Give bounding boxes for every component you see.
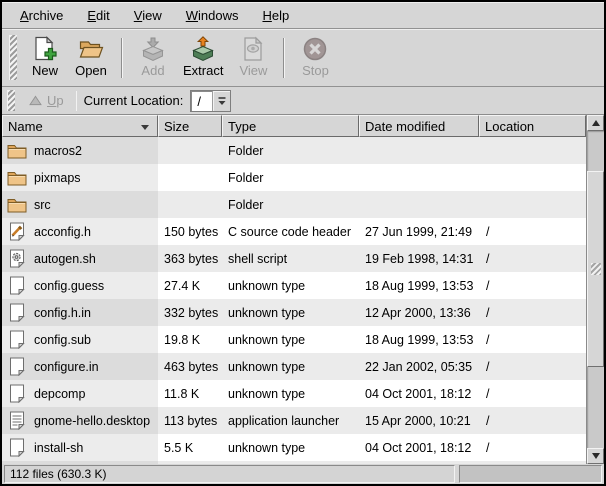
file-list: Name Size Type Date modified Location (2, 115, 586, 464)
source-file-icon (7, 222, 27, 241)
column-header-name[interactable]: Name (2, 115, 158, 137)
scroll-up-button[interactable] (587, 115, 604, 131)
table-row[interactable]: acconfig.h 150 bytes C source code heade… (2, 218, 586, 245)
vertical-scrollbar (586, 115, 604, 464)
status-bar: 112 files (630.3 K) (2, 464, 604, 484)
table-row[interactable]: pixmaps Folder (2, 164, 586, 191)
column-header-location[interactable]: Location (479, 115, 586, 137)
extract-button[interactable]: Extract (176, 33, 230, 82)
table-row[interactable]: config.h.in 332 bytes unknown type 12 Ap… (2, 299, 586, 326)
current-location-label: Current Location: (84, 93, 184, 108)
stop-icon (302, 36, 328, 62)
document-icon (7, 357, 27, 376)
toolbar-separator (121, 38, 123, 78)
open-archive-icon (78, 36, 104, 62)
scrollbar-trough[interactable] (587, 131, 604, 448)
combo-arrow-icon (217, 96, 227, 106)
location-bar: Up Current Location: / (2, 87, 604, 115)
add-files-icon (140, 36, 166, 62)
stop-button[interactable]: Stop (292, 33, 338, 82)
document-icon (7, 330, 27, 349)
table-row[interactable]: config.sub 19.8 K unknown type 18 Aug 19… (2, 326, 586, 353)
menu-view[interactable]: View (122, 3, 174, 28)
document-icon (7, 276, 27, 295)
scroll-down-button[interactable] (587, 448, 604, 464)
table-row[interactable]: macros2 Folder (2, 137, 586, 164)
location-combo: / (190, 90, 231, 112)
new-archive-icon (32, 36, 58, 62)
scrollbar-thumb[interactable] (587, 171, 604, 367)
toolbar: New Open Add Extract View Stop (2, 29, 604, 87)
toolbar-separator (283, 38, 285, 78)
column-header-type[interactable]: Type (222, 115, 359, 137)
menu-windows[interactable]: Windows (174, 3, 251, 28)
menu-bar: Archive Edit View Windows Help (2, 2, 604, 29)
progress-area (459, 465, 602, 483)
menu-archive[interactable]: Archive (8, 3, 75, 28)
new-button[interactable]: New (22, 33, 68, 82)
table-row[interactable]: autogen.sh 363 bytes shell script 19 Feb… (2, 245, 586, 272)
menu-edit[interactable]: Edit (75, 3, 121, 28)
document-icon (7, 384, 27, 403)
document-icon (7, 438, 27, 457)
table-header: Name Size Type Date modified Location (2, 115, 586, 137)
table-row[interactable]: gnome-hello.desktop 113 bytes applicatio… (2, 407, 586, 434)
scroll-up-arrow-icon (592, 120, 600, 126)
folder-icon (7, 141, 27, 160)
toolbar-drag-handle[interactable] (9, 35, 17, 80)
location-bar-drag-handle[interactable] (7, 90, 15, 111)
table-row[interactable]: depcomp 11.8 K unknown type 04 Oct 2001,… (2, 380, 586, 407)
status-text: 112 files (630.3 K) (4, 465, 455, 483)
view-file-icon (240, 36, 266, 62)
folder-icon (7, 195, 27, 214)
script-file-icon (7, 249, 27, 268)
add-button[interactable]: Add (130, 33, 176, 82)
folder-icon (7, 168, 27, 187)
document-icon (7, 303, 27, 322)
open-button[interactable]: Open (68, 33, 114, 82)
location-combo-entry[interactable]: / (191, 91, 213, 111)
sort-indicator-icon (141, 125, 149, 130)
column-header-date-modified[interactable]: Date modified (359, 115, 479, 137)
location-combo-arrow-button[interactable] (213, 91, 230, 111)
extract-icon (190, 36, 216, 62)
file-list-pane: Name Size Type Date modified Location (2, 115, 604, 464)
up-triangle-icon (29, 95, 42, 106)
menu-help[interactable]: Help (250, 3, 301, 28)
table-body: macros2 Folder pixmaps Folder src Folder… (2, 137, 586, 464)
table-row[interactable]: install-sh 5.5 K unknown type 04 Oct 200… (2, 434, 586, 461)
scrollbar-grip-icon (591, 263, 601, 275)
table-row[interactable]: config.guess 27.4 K unknown type 18 Aug … (2, 272, 586, 299)
scroll-down-arrow-icon (592, 453, 600, 459)
up-button[interactable]: Up (24, 91, 69, 110)
view-button[interactable]: View (230, 33, 276, 82)
archive-manager-window: Archive Edit View Windows Help New Open … (0, 0, 606, 486)
table-row[interactable]: src Folder (2, 191, 586, 218)
table-row[interactable]: configure.in 463 bytes unknown type 22 J… (2, 353, 586, 380)
text-document-icon (7, 411, 27, 430)
location-bar-separator (76, 91, 77, 111)
column-header-size[interactable]: Size (158, 115, 222, 137)
